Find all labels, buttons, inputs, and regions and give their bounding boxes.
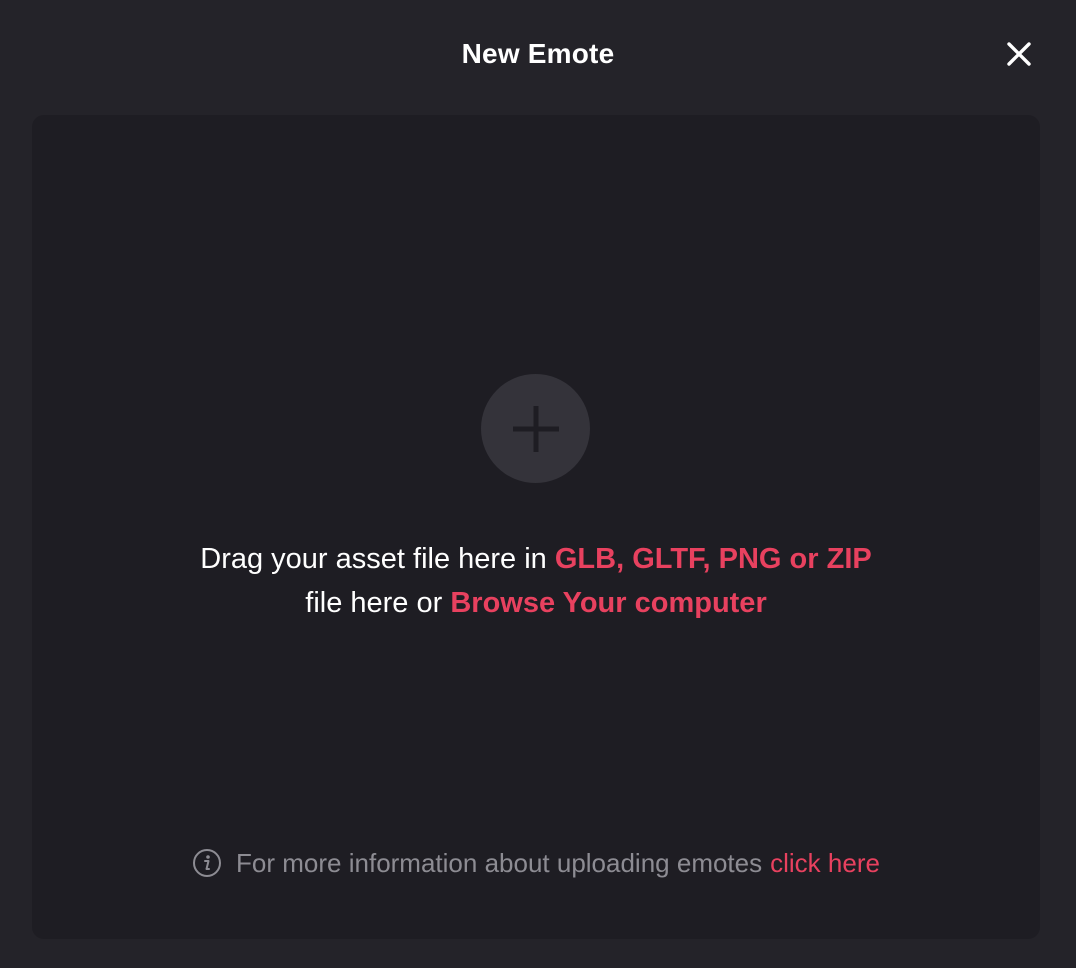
info-row: For more information about uploading emo… (32, 845, 1040, 881)
file-dropzone[interactable]: Drag your asset file here in GLB, GLTF, … (32, 115, 1040, 939)
drop-instructions-line-2: file here or Browse Your computer (32, 581, 1040, 625)
info-icon (192, 848, 222, 878)
modal-header: New Emote (0, 0, 1076, 108)
drop-instructions: Drag your asset file here in GLB, GLTF, … (32, 537, 1040, 625)
add-file-button[interactable] (481, 374, 590, 483)
modal-title: New Emote (461, 38, 615, 69)
new-emote-modal: New Emote Drag your asset file here in G… (0, 0, 1076, 968)
close-icon (1007, 42, 1031, 66)
browse-computer-link[interactable]: Browse Your computer (450, 587, 766, 619)
info-text: For more information about uploading emo… (236, 848, 763, 878)
drop-instructions-line-1: Drag your asset file here in GLB, GLTF, … (32, 537, 1040, 581)
drop-instructions-prefix: Drag your asset file here in (200, 543, 555, 575)
close-button[interactable] (1001, 36, 1037, 72)
plus-icon (512, 405, 559, 452)
accepted-formats: GLB, GLTF, PNG or ZIP (554, 543, 872, 575)
info-click-here-link[interactable]: click here (770, 845, 880, 881)
browse-prefix: file here or (305, 587, 451, 619)
